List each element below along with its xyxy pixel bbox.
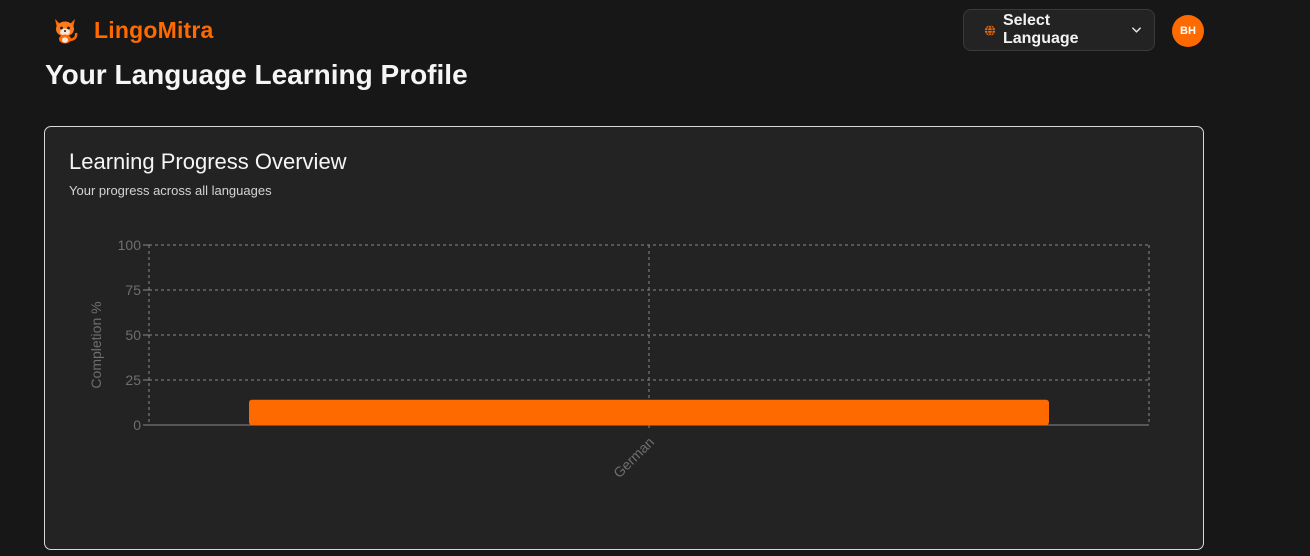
language-select-label: Select Language: [1002, 12, 1079, 47]
language-select-button[interactable]: Select Language: [963, 9, 1155, 51]
y-tick-label: 25: [125, 372, 141, 388]
page-title: Your Language Learning Profile: [45, 59, 468, 90]
brand[interactable]: LingoMitra: [50, 14, 214, 46]
y-tick-label: 100: [118, 237, 142, 253]
y-tick-label: 50: [125, 327, 141, 343]
brand-name: LingoMitra: [94, 16, 214, 43]
chevron-down-icon: [1132, 27, 1141, 33]
y-tick-label: 75: [125, 282, 141, 298]
user-avatar[interactable]: BH: [1172, 15, 1204, 47]
progress-bar-chart: 0 25 50 75 100 German Completion %: [88, 237, 1150, 481]
y-tick-label: 0: [133, 417, 141, 433]
x-tick-label: German: [610, 434, 657, 481]
globe-icon: [984, 24, 996, 36]
y-axis-label: Completion %: [88, 301, 104, 388]
bar-german: [249, 399, 1049, 425]
profile-page: LingoMitra Select Language BH Your Langu…: [0, 0, 1310, 556]
fox-mascot-icon: [55, 19, 78, 44]
learning-progress-card: Learning Progress Overview Your progress…: [44, 126, 1204, 550]
top-header: LingoMitra Select Language BH: [0, 0, 1310, 60]
